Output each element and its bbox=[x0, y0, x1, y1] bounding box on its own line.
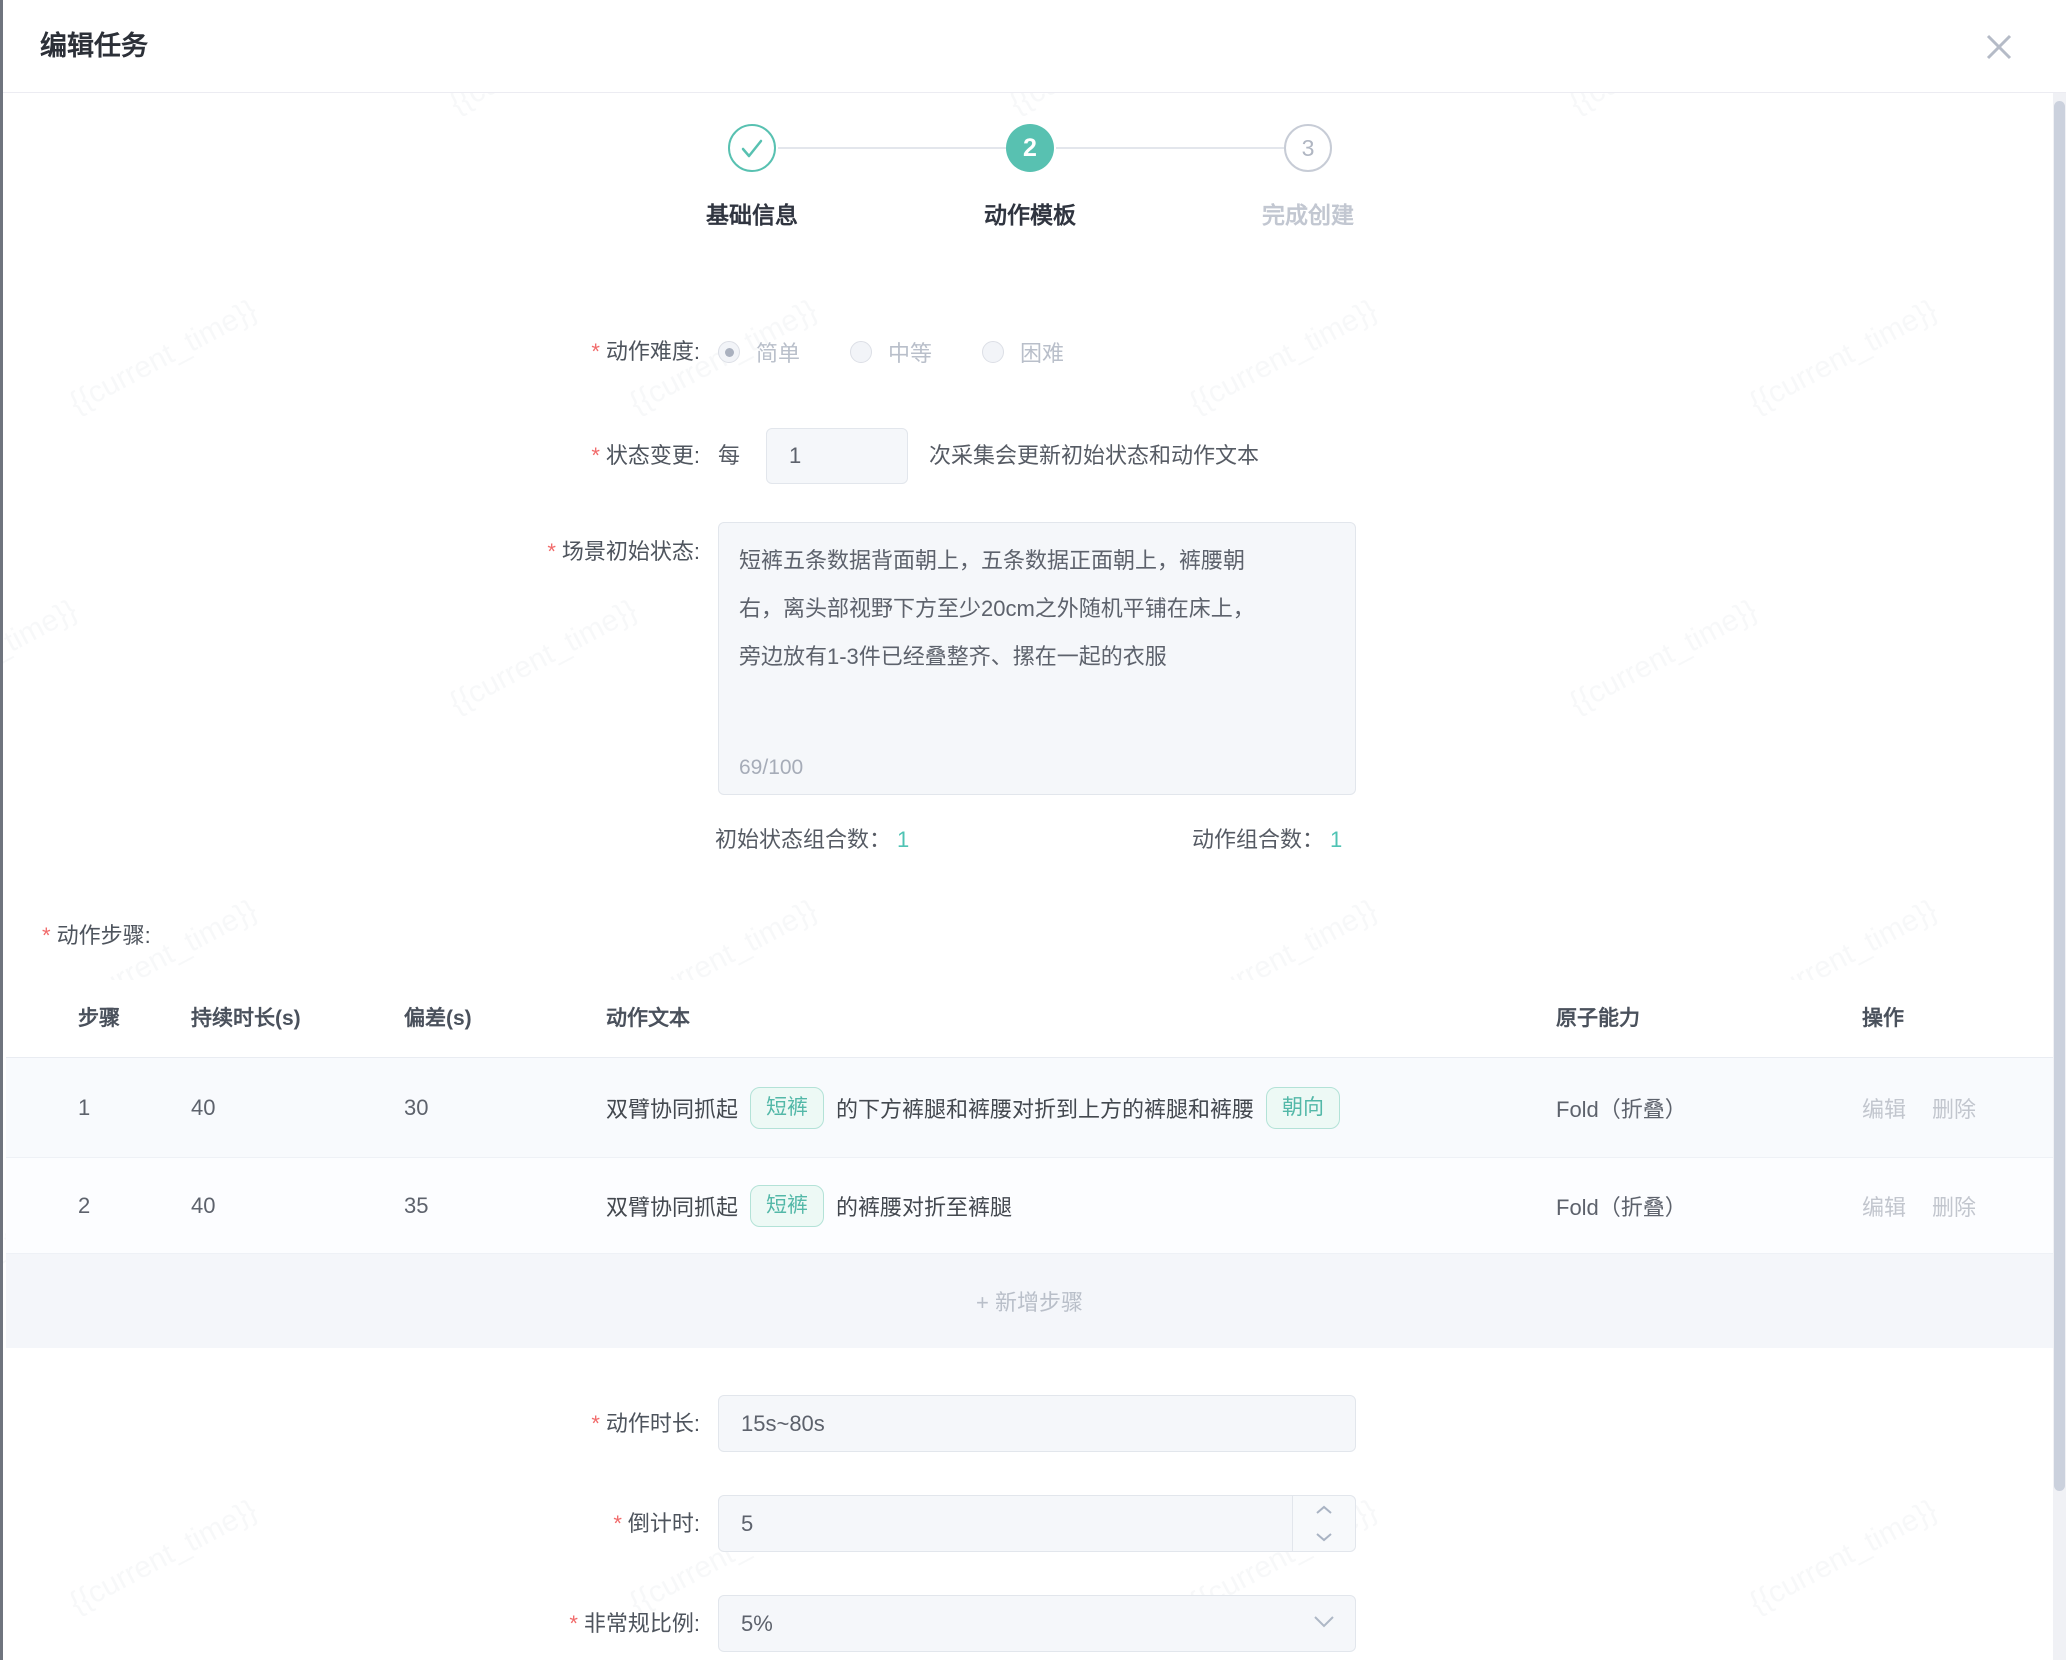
radio-easy[interactable]: 简单 bbox=[718, 336, 800, 368]
col-operation: 操作 bbox=[1862, 980, 1904, 1057]
state-change-label: *状态变更: bbox=[380, 428, 700, 484]
countdown-label: *倒计时: bbox=[380, 1495, 700, 1552]
radio-hard[interactable]: 困难 bbox=[982, 336, 1064, 368]
row2-ability: Fold（折叠） bbox=[1556, 1158, 1687, 1253]
state-change-prefix: 每 bbox=[718, 428, 740, 484]
duration-label: *动作时长: bbox=[380, 1395, 700, 1452]
spinner-down-icon[interactable] bbox=[1293, 1524, 1355, 1552]
step-connector-1 bbox=[778, 147, 1006, 149]
row1-step: 1 bbox=[78, 1058, 90, 1157]
unusual-ratio-label: *非常规比例: bbox=[380, 1595, 700, 1652]
initial-state-textarea[interactable]: 短裤五条数据背面朝上，五条数据正面朝上，裤腰朝 右，离头部视野下方至少20cm之… bbox=[718, 522, 1356, 795]
initial-combo-count: 初始状态组合数：1 bbox=[715, 818, 909, 862]
table-header: 步骤 持续时长(s) 偏差(s) 动作文本 原子能力 操作 bbox=[6, 980, 2053, 1058]
row2-offset: 35 bbox=[404, 1158, 428, 1253]
state-change-suffix: 次采集会更新初始状态和动作文本 bbox=[929, 428, 1259, 484]
add-step-button[interactable]: + 新增步骤 bbox=[6, 1254, 2053, 1348]
row2-operations: 编辑 删除 bbox=[1862, 1158, 1976, 1253]
col-step: 步骤 bbox=[78, 980, 120, 1057]
row1-operations: 编辑 删除 bbox=[1862, 1058, 1976, 1157]
edit-link[interactable]: 编辑 bbox=[1862, 1092, 1906, 1124]
duration-input[interactable]: 15s~80s bbox=[718, 1395, 1356, 1452]
initial-state-label: *场景初始状态: bbox=[380, 534, 700, 570]
dialog-header: 编辑任务 bbox=[0, 0, 2066, 93]
scrollbar-thumb[interactable] bbox=[2054, 101, 2065, 1491]
step-connector-2 bbox=[1056, 147, 1284, 149]
radio-medium-circle bbox=[850, 341, 872, 363]
countdown-input[interactable]: 5 bbox=[718, 1495, 1356, 1552]
unusual-ratio-select[interactable]: 5% bbox=[718, 1595, 1356, 1652]
object-tag: 短裤 bbox=[750, 1185, 824, 1227]
action-combo-count: 动作组合数：1 bbox=[1192, 818, 1342, 862]
difficulty-label: *动作难度: bbox=[380, 330, 700, 374]
page-left-edge bbox=[0, 0, 3, 1660]
spinner-up-icon[interactable] bbox=[1293, 1496, 1355, 1525]
col-ability: 原子能力 bbox=[1556, 980, 1640, 1057]
col-duration: 持续时长(s) bbox=[191, 980, 301, 1057]
col-offset: 偏差(s) bbox=[404, 980, 472, 1057]
state-change-input[interactable]: 1 bbox=[766, 428, 908, 484]
orientation-tag: 朝向 bbox=[1266, 1087, 1340, 1129]
step-3-indicator: 3 bbox=[1284, 124, 1332, 172]
row1-ability: Fold（折叠） bbox=[1556, 1058, 1687, 1157]
radio-medium[interactable]: 中等 bbox=[850, 336, 932, 368]
step-3-label: 完成创建 bbox=[1208, 196, 1408, 230]
step-2-indicator: 2 bbox=[1006, 124, 1054, 172]
row2-step: 2 bbox=[78, 1158, 90, 1253]
scrollbar-track[interactable] bbox=[2053, 93, 2066, 1660]
row1-duration: 40 bbox=[191, 1058, 215, 1157]
char-counter: 69/100 bbox=[739, 756, 803, 780]
close-icon[interactable] bbox=[1980, 28, 2018, 66]
difficulty-radio-group: 简单 中等 困难 bbox=[718, 330, 1064, 374]
dialog-title: 编辑任务 bbox=[40, 0, 148, 92]
action-combo-value: 1 bbox=[1330, 827, 1342, 852]
step-1-check-icon bbox=[728, 124, 776, 172]
object-tag: 短裤 bbox=[750, 1087, 824, 1129]
action-steps-label: *动作步骤: bbox=[42, 918, 151, 950]
edit-task-dialog: {{current_time}}{{current_time}}{{curren… bbox=[0, 0, 2066, 1660]
table-row: 1 40 30 双臂协同抓起 短裤 的下方裤腿和裤腰对折到上方的裤腿和裤腰 朝向… bbox=[6, 1058, 2053, 1158]
initial-state-text: 短裤五条数据背面朝上，五条数据正面朝上，裤腰朝 右，离头部视野下方至少20cm之… bbox=[739, 537, 1335, 681]
delete-link[interactable]: 删除 bbox=[1932, 1092, 1976, 1124]
chevron-down-icon bbox=[1313, 1615, 1335, 1633]
table-row: 2 40 35 双臂协同抓起 短裤 的裤腰对折至裤腿 Fold（折叠） 编辑 删… bbox=[6, 1158, 2053, 1254]
step-2-label: 动作模板 bbox=[930, 196, 1130, 230]
row2-duration: 40 bbox=[191, 1158, 215, 1253]
edit-link[interactable]: 编辑 bbox=[1862, 1190, 1906, 1222]
radio-easy-circle bbox=[718, 341, 740, 363]
initial-combo-value: 1 bbox=[897, 827, 909, 852]
row1-action-text: 双臂协同抓起 短裤 的下方裤腿和裤腰对折到上方的裤腿和裤腰 朝向 bbox=[606, 1058, 1340, 1157]
delete-link[interactable]: 删除 bbox=[1932, 1190, 1976, 1222]
step-3-number: 3 bbox=[1302, 135, 1315, 162]
radio-hard-circle bbox=[982, 341, 1004, 363]
number-spinner bbox=[1292, 1496, 1355, 1551]
col-action-text: 动作文本 bbox=[606, 980, 690, 1057]
row1-offset: 30 bbox=[404, 1058, 428, 1157]
step-1-label: 基础信息 bbox=[652, 196, 852, 230]
step-2-number: 2 bbox=[1023, 134, 1037, 163]
row2-action-text: 双臂协同抓起 短裤 的裤腰对折至裤腿 bbox=[606, 1158, 1012, 1253]
